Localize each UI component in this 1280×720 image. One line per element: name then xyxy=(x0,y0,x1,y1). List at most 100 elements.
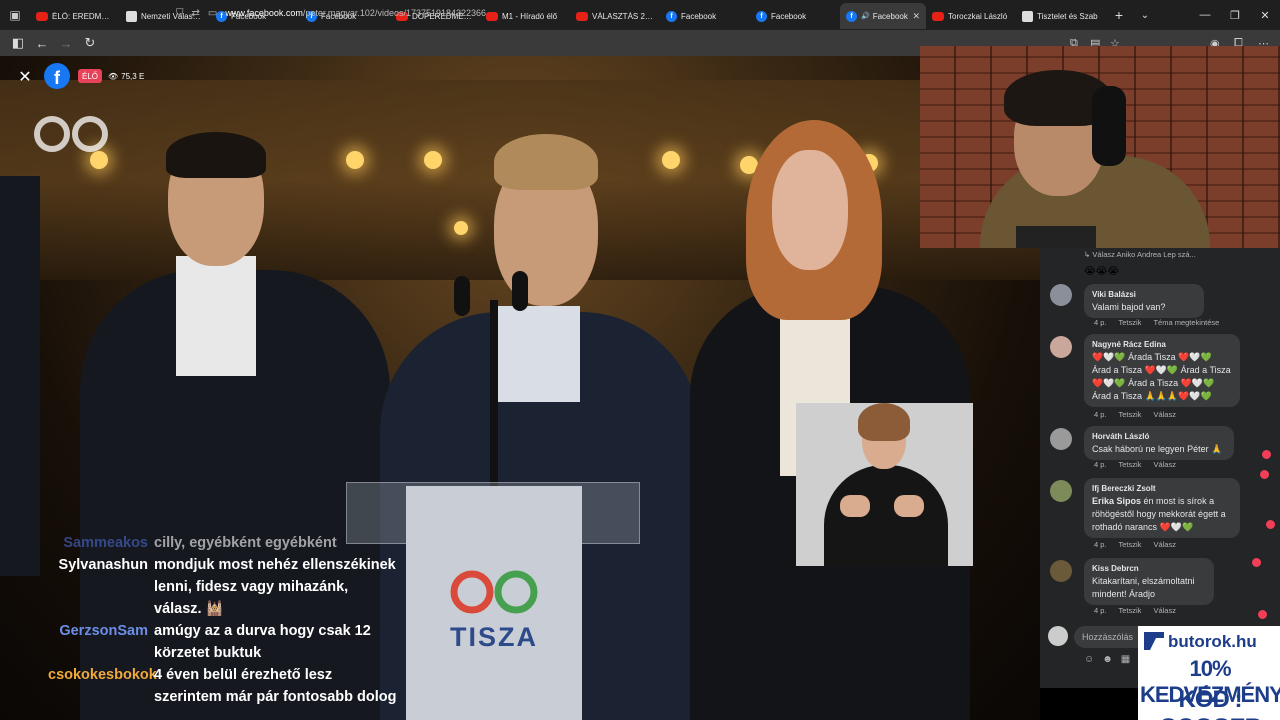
chat-message-line: válasz. 🕍 xyxy=(48,598,418,620)
emoji-icon[interactable]: ☻ xyxy=(1102,654,1113,665)
screen: ▣ ÉLŐ: EREDMÉNYENemzeti VálasztásfFacebo… xyxy=(0,0,1280,720)
close-window-icon[interactable]: ✕ xyxy=(1250,0,1280,30)
comment-author[interactable]: Nagyné Rácz Edina xyxy=(1092,338,1232,351)
like-link[interactable]: Tetszik xyxy=(1119,460,1142,469)
chat-username xyxy=(48,598,154,620)
chat-message-text: amúgy az a durva hogy csak 12 xyxy=(154,623,371,639)
comment-meta: 4 p. Tetszik Téma megtekintése xyxy=(1094,318,1220,327)
comment-meta: 4 p. Tetszik Válasz xyxy=(1094,606,1176,615)
comment-bubble: Ifj Bereczki Zsolt Erika Sipos én most i… xyxy=(1084,478,1240,538)
comment-meta: 4 p. Tetszik Válasz xyxy=(1094,460,1176,469)
site-info-icon[interactable]: ⛉ xyxy=(176,8,184,19)
back-button[interactable]: ← xyxy=(30,31,54,55)
chat-username xyxy=(48,642,154,664)
nvi-icon xyxy=(126,10,137,22)
tab-actions-icon[interactable]: ▣ xyxy=(0,0,30,30)
comment-author[interactable]: Horváth László xyxy=(1092,430,1226,443)
comment-text: Csak háború ne legyen Péter 🙏 xyxy=(1092,444,1223,454)
chat-username: Sylvanashun xyxy=(58,557,148,573)
like-link[interactable]: Tetszik xyxy=(1119,606,1142,615)
browser-tab[interactable]: ÉLŐ: EREDMÉNYE xyxy=(30,3,120,29)
floating-heart-icon xyxy=(1260,470,1269,479)
reply-link[interactable]: Válasz xyxy=(1153,410,1176,419)
tab-title: Tisztelet és Szab xyxy=(1037,11,1098,21)
chat-message-line: Sylvanashun mondjuk most nehéz ellenszéki… xyxy=(48,554,418,576)
facebook-logo-icon[interactable]: f xyxy=(44,63,70,89)
stream-chat-overlay: Sammeakos cilly, egyébként egyébként Sylva… xyxy=(48,532,418,708)
avatar[interactable] xyxy=(1050,560,1072,582)
floating-heart-icon xyxy=(1262,450,1271,459)
chat-message-line: körzetet buktuk xyxy=(48,642,418,664)
comment-bubble: Horváth László Csak háború ne legyen Pét… xyxy=(1084,426,1234,460)
tab-title: Toroczkai László xyxy=(948,11,1008,21)
street-light xyxy=(346,151,364,169)
comment-reply-mention[interactable]: Erika Sipos xyxy=(1092,496,1141,506)
chat-message-text: válasz. 🕍 xyxy=(154,601,224,617)
microphone xyxy=(454,276,470,316)
avatar[interactable] xyxy=(1050,428,1072,450)
browser-tab[interactable]: Tisztelet és Szab xyxy=(1016,3,1106,29)
like-link[interactable]: Tetszik xyxy=(1119,410,1142,419)
reply-link[interactable]: Válasz xyxy=(1153,540,1176,549)
comment-bubble: Nagyné Rácz Edina ❤️🤍💚 Árada Tisza ❤️🤍💚 … xyxy=(1084,334,1240,407)
view-thread-link[interactable]: Téma megtekintése xyxy=(1153,318,1219,327)
chat-username xyxy=(48,576,154,598)
tab-title: ÉLŐ: EREDMÉNYE xyxy=(52,11,114,21)
comment-meta: 4 p. Tetszik Válasz xyxy=(1094,540,1176,549)
reply-link[interactable]: Válasz xyxy=(1153,460,1176,469)
youtube-icon xyxy=(36,11,48,21)
street-light xyxy=(454,221,468,235)
forward-button[interactable]: → xyxy=(54,31,78,55)
microphone xyxy=(512,271,528,311)
streamer-webcam xyxy=(920,46,1280,248)
chat-message-line: csokokesbokok 4 éven belül érezhető lesz xyxy=(48,664,418,686)
avatar[interactable] xyxy=(1050,336,1072,358)
comment-emoji-line: 😭😭😭 xyxy=(1084,266,1120,277)
browser-tab[interactable]: Toroczkai László xyxy=(926,3,1016,29)
chat-username: GerzsonSam xyxy=(59,623,148,639)
chat-username: Sammeakos xyxy=(63,535,148,551)
butorok-logo-icon xyxy=(1144,632,1164,650)
avatar[interactable] xyxy=(1050,284,1072,306)
avatar-sticker-icon[interactable]: ☺ xyxy=(1084,654,1094,665)
translate-icon[interactable]: ▭ xyxy=(208,8,217,19)
comment-text: ❤️🤍💚 Árada Tisza ❤️🤍💚 Árad a Tisza ❤️🤍💚 … xyxy=(1092,352,1231,401)
reply-context[interactable]: ↳ Válasz Aniko Andrea Lep szá... xyxy=(1084,250,1196,259)
comment-meta: 4 p. Tetszik Válasz xyxy=(1094,410,1176,419)
eye-icon: 👁 xyxy=(108,71,119,81)
podium-text: TISZA xyxy=(450,622,538,652)
comment-bubble: Viki Balázsi Valami bajod van? xyxy=(1084,284,1204,318)
ad-code-text: KÓD : GOGGER xyxy=(1159,686,1262,720)
chat-username: csokokesbokok xyxy=(48,667,157,683)
ad-brand: butorok.hu xyxy=(1168,632,1257,651)
close-icon[interactable]: ✕ xyxy=(14,66,36,88)
floating-heart-icon xyxy=(1252,558,1261,567)
chat-message-line: lenni, fidesz vagy mihazánk, xyxy=(48,576,418,598)
minimize-icon[interactable]: — xyxy=(1190,0,1220,30)
sidebar-toggle-icon[interactable]: ◧ xyxy=(6,31,30,55)
url-path: /peter.magyar.102/videos/173751918432236… xyxy=(302,8,487,18)
floating-heart-icon xyxy=(1258,610,1267,619)
comment-author[interactable]: Kiss Debrcn xyxy=(1092,562,1206,575)
new-tab-button[interactable]: + xyxy=(1106,7,1132,23)
chat-message-text: cilly, egyébként egyébként xyxy=(154,535,337,551)
chat-message-line: GerzsonSam amúgy az a durva hogy csak 12 xyxy=(48,620,418,642)
chat-message-line: Sammeakos cilly, egyébként egyébként xyxy=(48,532,418,554)
comment-author[interactable]: Viki Balázsi xyxy=(1092,288,1196,301)
url-domain: www.facebook.com xyxy=(225,8,303,18)
like-link[interactable]: Tetszik xyxy=(1119,540,1142,549)
maximize-icon[interactable]: ❐ xyxy=(1220,0,1250,30)
gif-icon[interactable]: ▦ xyxy=(1121,654,1130,665)
reload-button[interactable]: ↻ xyxy=(78,31,102,55)
live-badge: ÉLŐ xyxy=(78,69,103,83)
permissions-icon[interactable]: ⇄ xyxy=(192,8,200,19)
like-link[interactable]: Tetszik xyxy=(1119,318,1142,327)
comment-text: Kitakarítani, elszámoltatni mindent! Ára… xyxy=(1092,576,1195,599)
comment-author[interactable]: Ifj Bereczki Zsolt xyxy=(1092,482,1232,495)
comment-text: Valami bajod van? xyxy=(1092,302,1166,312)
tab-search-button[interactable]: ⌄ xyxy=(1132,10,1158,21)
reply-link[interactable]: Válasz xyxy=(1153,606,1176,615)
avatar[interactable] xyxy=(1050,480,1072,502)
address-bar[interactable]: ⛉ ⇄ ▭ www.facebook.com/peter.magyar.102/… xyxy=(176,2,936,24)
chat-username xyxy=(48,686,154,708)
